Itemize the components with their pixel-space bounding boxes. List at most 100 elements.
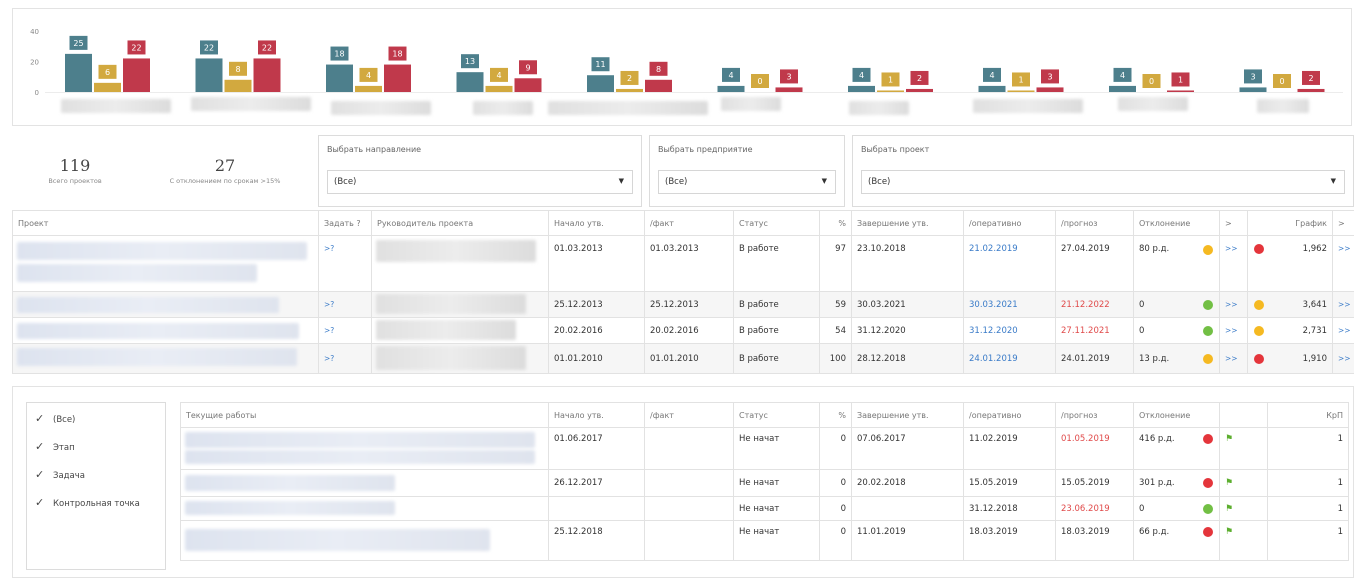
col-percent[interactable]: % — [819, 210, 852, 236]
col-status[interactable]: Статус — [733, 402, 820, 428]
checkbox-stage[interactable]: ✓ Этап — [35, 440, 75, 453]
work-name-blurred[interactable] — [180, 469, 549, 497]
bar — [1167, 90, 1194, 92]
table-row[interactable]: Не начат 0 31.12.2018 23.06.2019 0 ⚑ 1 — [180, 496, 1349, 521]
col-manager[interactable]: Руководитель проекта — [371, 210, 549, 236]
checkbox-all[interactable]: ✓ (Все) — [35, 412, 75, 425]
col-krp[interactable]: КрП — [1267, 402, 1349, 428]
schedule-link[interactable]: >> — [1332, 343, 1354, 374]
ask-link[interactable]: >? — [318, 235, 372, 292]
table-row[interactable]: 25.12.2018 Не начат 0 11.01.2019 18.03.2… — [180, 520, 1349, 561]
project-name-blurred[interactable] — [12, 317, 319, 344]
end-date: 07.06.2017 — [851, 427, 964, 470]
data-label: 22 — [204, 43, 214, 52]
col-more-1[interactable]: > — [1219, 210, 1248, 236]
schedule-link[interactable]: >> — [1332, 235, 1354, 292]
filter-project-title: Выбрать проект — [861, 145, 930, 154]
bar — [65, 53, 92, 92]
bar — [253, 58, 281, 92]
kpi-deviation-label: С отклонением по срокам >15% — [169, 177, 281, 185]
category-label-blurred — [331, 101, 431, 115]
col-end[interactable]: Завершение утв. — [851, 210, 964, 236]
fact-date: 01.01.2010 — [644, 343, 734, 374]
bar — [587, 75, 614, 92]
checkbox-task[interactable]: ✓ Задача — [35, 468, 85, 481]
col-current-works[interactable]: Текущие работы — [180, 402, 549, 428]
krp: 1 — [1267, 520, 1349, 561]
details-link[interactable]: >> — [1219, 343, 1248, 374]
col-fact[interactable]: /факт — [644, 210, 734, 236]
col-forecast[interactable]: /прогноз — [1055, 402, 1134, 428]
col-end[interactable]: Завершение утв. — [851, 402, 964, 428]
details-link[interactable]: >> — [1219, 235, 1248, 292]
checkbox-milestone[interactable]: ✓ Контрольная точка — [35, 496, 140, 509]
table-row[interactable]: 01.06.2017 Не начат 0 07.06.2017 11.02.2… — [180, 427, 1349, 470]
details-link[interactable]: >> — [1219, 317, 1248, 344]
schedule-link[interactable]: >> — [1332, 317, 1354, 344]
work-name-blurred[interactable] — [180, 427, 549, 470]
data-label: 1 — [888, 75, 893, 84]
schedule: 2,731 — [1247, 317, 1333, 344]
table-row[interactable]: >? 20.02.2016 20.02.2016 В работе 54 31.… — [12, 317, 1354, 344]
col-fact[interactable]: /факт — [644, 402, 734, 428]
col-start[interactable]: Начало утв. — [548, 402, 645, 428]
ask-link[interactable]: >? — [318, 343, 372, 374]
percent: 0 — [819, 496, 852, 521]
schedule-value: 2,731 — [1302, 325, 1327, 336]
data-label: 4 — [989, 71, 994, 80]
end-date — [851, 496, 964, 521]
bar — [877, 90, 904, 92]
table-row[interactable]: >? 01.03.2013 01.03.2013 В работе 97 23.… — [12, 235, 1354, 292]
data-label: 25 — [73, 39, 83, 48]
ask-link[interactable]: >? — [318, 317, 372, 344]
kpi-total-value: 119 — [59, 156, 91, 175]
manager-blurred — [371, 343, 549, 374]
blurred-text — [185, 475, 395, 491]
col-deviation[interactable]: Отклонение — [1133, 402, 1220, 428]
percent: 0 — [819, 427, 852, 470]
project-name-blurred[interactable] — [12, 291, 319, 318]
filter-direction-select[interactable]: (Все) ▼ — [327, 170, 633, 194]
table-row[interactable]: >? 01.01.2010 01.01.2010 В работе 100 28… — [12, 343, 1354, 374]
forecast-date: 27.11.2021 — [1055, 317, 1134, 344]
details-link[interactable]: >> — [1219, 291, 1248, 318]
data-label: 8 — [656, 65, 661, 74]
col-forecast[interactable]: /прогноз — [1055, 210, 1134, 236]
deviation-value: 66 р.д. — [1139, 527, 1170, 537]
y-tick-label: 40 — [30, 28, 39, 36]
percent: 0 — [819, 469, 852, 497]
filter-project-select[interactable]: (Все) ▼ — [861, 170, 1345, 194]
blurred-text — [17, 323, 299, 339]
bar — [326, 64, 353, 92]
schedule-link[interactable]: >> — [1332, 291, 1354, 318]
bar — [645, 79, 672, 92]
table-row[interactable]: >? 25.12.2013 25.12.2013 В работе 59 30.… — [12, 291, 1354, 318]
data-label: 3 — [1047, 72, 1052, 81]
ask-link[interactable]: >? — [318, 291, 372, 318]
data-label: 2 — [627, 74, 632, 83]
col-schedule[interactable]: График — [1247, 210, 1333, 236]
status-dot-yellow-icon — [1203, 353, 1213, 364]
table-row[interactable]: 26.12.2017 Не начат 0 20.02.2018 15.05.2… — [180, 469, 1349, 497]
start-date: 25.12.2018 — [548, 520, 645, 561]
col-start[interactable]: Начало утв. — [548, 210, 645, 236]
blurred-text — [376, 294, 526, 314]
filter-enterprise-select[interactable]: (Все) ▼ — [658, 170, 836, 194]
col-more-2[interactable]: > — [1332, 210, 1354, 236]
col-operative[interactable]: /оперативно — [963, 210, 1056, 236]
deviation-value: 0 — [1139, 299, 1145, 310]
category-label-blurred — [973, 99, 1083, 113]
col-deviation[interactable]: Отклонение — [1133, 210, 1220, 236]
project-name-blurred[interactable] — [12, 235, 319, 292]
col-project[interactable]: Проект — [12, 210, 319, 236]
col-operative[interactable]: /оперативно — [963, 402, 1056, 428]
work-name-blurred[interactable] — [180, 496, 549, 521]
col-ask[interactable]: Задать ? — [318, 210, 372, 236]
col-percent[interactable]: % — [819, 402, 852, 428]
forecast-date: 24.01.2019 — [1055, 343, 1134, 374]
col-status[interactable]: Статус — [733, 210, 820, 236]
work-name-blurred[interactable] — [180, 520, 549, 561]
data-label: 8 — [235, 65, 240, 74]
project-name-blurred[interactable] — [12, 343, 319, 374]
works-table: Текущие работы Начало утв. /факт Статус … — [180, 402, 1349, 561]
